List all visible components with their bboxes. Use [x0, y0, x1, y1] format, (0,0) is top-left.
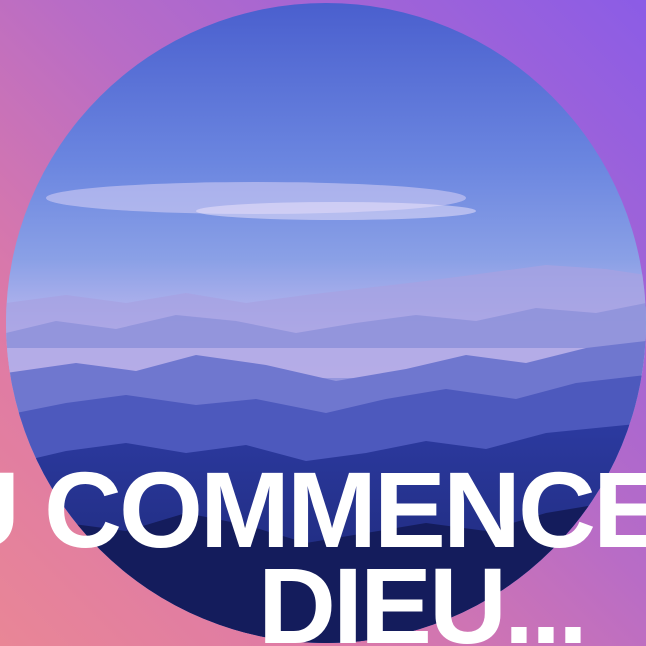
poster-canvas: U COMMENCE DIEU...: [0, 0, 646, 646]
headline: U COMMENCE DIEU...: [0, 440, 646, 646]
headline-line-2: DIEU...: [258, 545, 588, 646]
